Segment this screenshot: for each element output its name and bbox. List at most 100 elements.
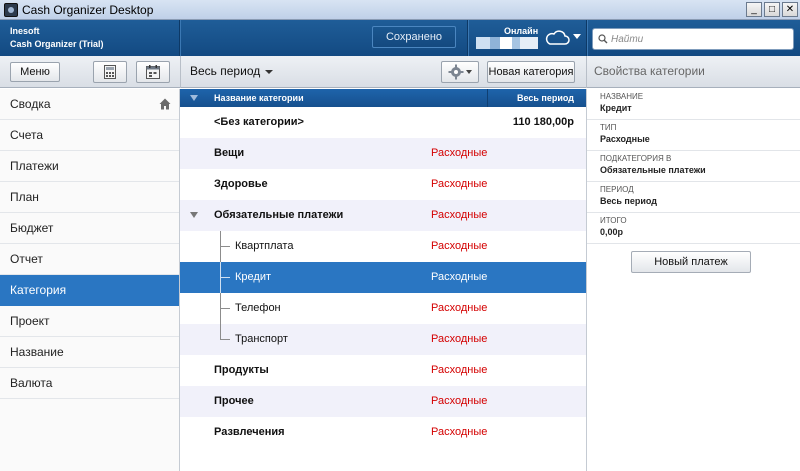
category-name: <Без категории> — [214, 116, 304, 128]
property-parent-category: Подкатегория в Обязательные платежи — [587, 151, 800, 182]
home-icon — [159, 98, 171, 110]
category-name: Прочее — [214, 395, 254, 407]
collapse-all-icon[interactable] — [190, 95, 198, 101]
toolbar-divider — [180, 56, 181, 88]
category-type: Расходные — [431, 333, 488, 345]
table-row-selected[interactable]: Кредит Расходные — [180, 262, 586, 293]
property-value: Весь период — [600, 196, 657, 206]
table-row[interactable]: Квартплата Расходные — [180, 231, 586, 262]
property-label: Подкатегория в — [600, 154, 672, 163]
sidebar-item-project[interactable]: Проект — [0, 306, 179, 337]
table-row[interactable]: Прочее Расходные — [180, 386, 586, 417]
category-name: Квартплата — [235, 240, 294, 252]
category-type: Расходные — [431, 178, 488, 190]
expand-toggle-icon[interactable] — [190, 212, 198, 218]
header-divider — [179, 20, 180, 56]
table-row[interactable]: Обязательные платежи Расходные — [180, 200, 586, 231]
property-value: Обязательные платежи — [600, 165, 706, 175]
property-value: 0,00р — [600, 227, 624, 237]
chevron-down-icon — [265, 69, 274, 74]
table-header: Название категории Весь период — [180, 89, 586, 107]
property-value: Расходные — [600, 134, 650, 144]
category-type: Расходные — [431, 426, 488, 438]
period-select[interactable]: Весь период — [190, 64, 274, 78]
tree-connector — [220, 277, 230, 278]
period-select-label: Весь период — [190, 64, 261, 78]
sidebar-item-budget[interactable]: Бюджет — [0, 213, 179, 244]
column-header-period[interactable]: Весь период — [517, 93, 574, 103]
new-payment-button[interactable]: Новый платеж — [631, 251, 751, 273]
maximize-button[interactable]: □ — [764, 2, 780, 17]
sidebar-item-payee[interactable]: Название — [0, 337, 179, 368]
minimize-button[interactable]: _ — [746, 2, 762, 17]
menu-button[interactable]: Меню — [10, 62, 60, 82]
property-type: Тип Расходные — [587, 120, 800, 151]
sidebar-item-label: Счета — [10, 128, 44, 142]
sidebar-item-currency[interactable]: Валюта — [0, 368, 179, 399]
header-divider — [467, 20, 468, 56]
toolbar-divider — [586, 56, 587, 88]
table-row[interactable]: Вещи Расходные — [180, 138, 586, 169]
property-label: Название — [600, 92, 644, 101]
property-label: Итого — [600, 216, 627, 225]
table-row[interactable]: Продукты Расходные — [180, 355, 586, 386]
category-name: Транспорт — [235, 333, 288, 345]
category-name: Обязательные платежи — [214, 209, 344, 221]
saved-status-button[interactable]: Сохранено — [372, 26, 456, 48]
sidebar-item-accounts[interactable]: Счета — [0, 120, 179, 151]
tree-connector — [220, 246, 230, 247]
property-name: Название Кредит — [587, 89, 800, 120]
app-header: Inesoft Cash Organizer (Trial) Сохранено… — [0, 20, 800, 56]
search-box[interactable] — [592, 28, 794, 50]
category-type: Расходные — [431, 147, 488, 159]
gear-icon — [448, 64, 472, 80]
online-status-label: Онлайн — [504, 26, 539, 36]
new-category-button[interactable]: Новая категория — [487, 61, 575, 83]
tree-connector — [220, 339, 230, 340]
chevron-down-icon[interactable] — [573, 34, 581, 39]
sidebar-item-plan[interactable]: План — [0, 182, 179, 213]
sidebar-item-summary[interactable]: Сводка — [0, 89, 179, 120]
category-amount: 110 180,00р — [512, 116, 574, 128]
sidebar-item-label: Категория — [10, 283, 67, 297]
category-type: Расходные — [431, 302, 488, 314]
properties-title: Свойства категории — [594, 64, 705, 78]
category-type: Расходные — [431, 395, 488, 407]
sidebar-item-label: Проект — [10, 314, 50, 328]
window-title: Cash Organizer Desktop — [22, 3, 154, 17]
close-button[interactable]: ✕ — [782, 2, 798, 17]
product-name: Cash Organizer (Trial) — [10, 39, 104, 49]
sidebar-item-payments[interactable]: Платежи — [0, 151, 179, 182]
property-value: Кредит — [600, 103, 632, 113]
header-divider — [586, 20, 587, 56]
calculator-button[interactable] — [93, 61, 127, 83]
sidebar-item-label: Валюта — [10, 376, 53, 390]
category-type: Расходные — [431, 240, 488, 252]
sidebar-item-label: Платежи — [10, 159, 59, 173]
category-name: Телефон — [235, 302, 281, 314]
property-period: Период Весь период — [587, 182, 800, 213]
category-type: Расходные — [431, 209, 488, 221]
column-header-name[interactable]: Название категории — [214, 93, 304, 103]
table-row[interactable]: Телефон Расходные — [180, 293, 586, 324]
search-icon — [598, 34, 608, 44]
settings-button[interactable] — [441, 61, 479, 83]
category-properties-panel: Название Кредит Тип Расходные Подкатегор… — [587, 89, 800, 471]
table-body: <Без категории> 110 180,00р Вещи Расходн… — [180, 107, 586, 448]
table-row[interactable]: Развлечения Расходные — [180, 417, 586, 448]
column-divider — [487, 89, 488, 107]
sidebar-item-category[interactable]: Категория — [0, 275, 179, 306]
sidebar: Сводка Счета Платежи План Бюджет Отчет К… — [0, 89, 180, 471]
sidebar-item-report[interactable]: Отчет — [0, 244, 179, 275]
category-name: Кредит — [235, 271, 272, 283]
table-row[interactable]: Здоровье Расходные — [180, 169, 586, 200]
property-label: Период — [600, 185, 634, 194]
cloud-icon[interactable] — [544, 30, 570, 46]
sidebar-item-label: Бюджет — [10, 221, 54, 235]
sidebar-item-label: План — [10, 190, 39, 204]
calendar-button[interactable] — [136, 61, 170, 83]
table-row[interactable]: <Без категории> 110 180,00р — [180, 107, 586, 138]
table-row[interactable]: Транспорт Расходные — [180, 324, 586, 355]
tree-connector — [220, 308, 230, 309]
search-input[interactable] — [611, 31, 789, 47]
